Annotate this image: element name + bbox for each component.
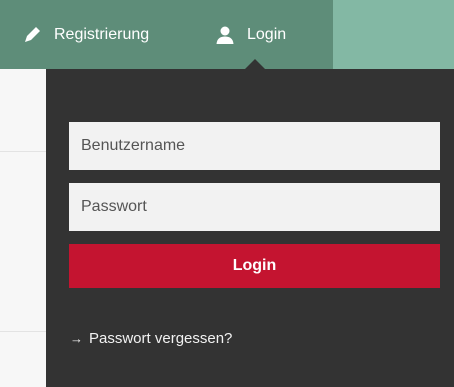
page-background xyxy=(0,69,46,387)
divider xyxy=(0,331,46,332)
password-input[interactable] xyxy=(69,183,440,231)
login-button[interactable]: Login xyxy=(69,244,440,288)
divider xyxy=(0,151,46,152)
register-label: Registrierung xyxy=(54,25,150,43)
user-nav: Registrierung Login xyxy=(0,0,333,69)
user-icon xyxy=(215,25,235,45)
forgot-password-link[interactable]: → Passwort vergessen? xyxy=(70,330,232,347)
register-link[interactable]: Registrierung xyxy=(22,0,149,69)
pencil-icon xyxy=(22,25,42,45)
arrow-right-icon: → xyxy=(70,331,83,346)
username-input[interactable] xyxy=(69,122,440,170)
forgot-password-label: Passwort vergessen? xyxy=(89,330,233,347)
login-label: Login xyxy=(247,25,287,43)
